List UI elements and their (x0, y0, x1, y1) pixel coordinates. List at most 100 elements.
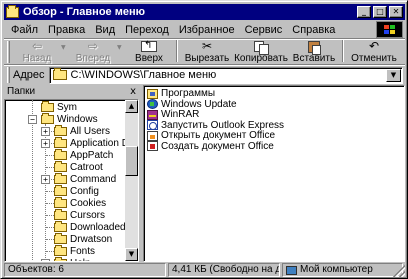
scissors-icon: ✂ (201, 39, 213, 53)
menu-view[interactable]: Вид (90, 24, 120, 36)
folder-icon (54, 244, 67, 256)
tree-line (46, 227, 54, 228)
tree-item[interactable]: Windows (41, 112, 98, 125)
undo-button[interactable]: ↶ Отменить (347, 40, 401, 64)
address-label: Адрес (13, 69, 45, 81)
folder-icon (54, 148, 67, 160)
close-pane-icon[interactable]: x (130, 86, 136, 97)
folder-open-icon[interactable] (6, 4, 19, 18)
forward-arrow-icon: ⇨ (87, 39, 99, 53)
address-input[interactable]: C:\WINDOWS\Главное меню ▼ (48, 66, 403, 84)
tree-line (32, 100, 33, 261)
tree-item-label: AppPatch (70, 149, 114, 161)
outlook-express-icon (147, 120, 158, 130)
list-item-label: WinRAR (161, 109, 200, 120)
list-item[interactable]: Создать документ Office (147, 141, 274, 152)
tree-item[interactable]: Command (54, 172, 116, 185)
scroll-up-button[interactable]: ▲ (125, 100, 138, 113)
paste-button[interactable]: Вставить (289, 40, 339, 64)
tree-item[interactable]: Config (54, 184, 99, 197)
tree-line (46, 239, 54, 240)
copy-button[interactable]: Копировать (233, 40, 289, 64)
folder-tree[interactable]: Sym − Windows + All Users + Application DataAp… (4, 99, 139, 262)
menu-help[interactable]: Справка (287, 24, 340, 36)
expand-icon[interactable]: + (41, 127, 50, 136)
expand-icon[interactable]: + (41, 259, 50, 261)
tree-item[interactable]: Cursors (54, 208, 106, 221)
office-new-icon (147, 141, 158, 151)
folder-icon (54, 232, 67, 244)
back-dropdown-icon[interactable]: ▼ (61, 40, 69, 51)
address-bar: Адрес C:\WINDOWS\Главное меню ▼ (4, 66, 405, 84)
minimize-button[interactable]: _ (357, 6, 371, 18)
tree-item[interactable]: Catroot (54, 160, 103, 173)
forward-dropdown-icon[interactable]: ▼ (117, 40, 125, 51)
status-size: 4,41 КБ (Свободно на дис (168, 263, 280, 277)
address-dropdown-button[interactable]: ▼ (386, 68, 401, 82)
folder-icon (41, 100, 54, 112)
explorer-window: Обзор - Главное меню _ □ ✕ Файл Правка В… (0, 0, 408, 279)
cut-button[interactable]: ✂ Вырезать (181, 40, 233, 64)
tree-item-label: Cursors (70, 209, 106, 221)
windows-logo-icon (376, 21, 403, 38)
menu-go[interactable]: Переход (120, 24, 174, 36)
computer-icon (286, 265, 297, 276)
tree-item-label: Help (70, 258, 91, 262)
expand-icon[interactable]: + (41, 175, 50, 184)
folder-icon (54, 184, 67, 196)
folder-icon (41, 112, 54, 124)
tree-line (46, 203, 54, 204)
tree-item[interactable]: Cookies (54, 196, 107, 209)
menu-favorites[interactable]: Избранное (174, 24, 240, 36)
close-button[interactable]: ✕ (389, 6, 403, 18)
tree-line (46, 215, 54, 216)
tree-item[interactable]: Help (54, 256, 91, 262)
address-grip[interactable] (7, 67, 10, 83)
scroll-down-button[interactable]: ▼ (125, 248, 138, 261)
folder-icon (54, 160, 67, 172)
tree-item[interactable]: All Users (54, 124, 110, 137)
file-list[interactable]: Программы Windows Update WinRAR Запустить O… (143, 85, 405, 262)
list-item[interactable]: Программы (147, 88, 215, 99)
tree-item[interactable]: AppPatch (54, 148, 114, 161)
tree-item[interactable]: Drwatson (54, 232, 112, 245)
up-folder-icon (141, 39, 157, 52)
menu-edit[interactable]: Правка (43, 24, 90, 36)
folder-icon (54, 256, 67, 261)
paste-label: Вставить (292, 53, 336, 64)
menu-tools[interactable]: Сервис (240, 24, 288, 36)
list-item[interactable]: Запустить Outlook Express (147, 120, 284, 131)
menu-file[interactable]: Файл (6, 24, 43, 36)
back-button[interactable]: ⇦ Назад (13, 40, 61, 64)
tree-item[interactable]: Sym (41, 100, 77, 113)
undo-icon: ↶ (368, 39, 380, 53)
up-button[interactable]: Вверх (125, 39, 173, 64)
tree-item[interactable]: Fonts (54, 244, 95, 257)
maximize-button[interactable]: □ (373, 6, 387, 18)
tree-item[interactable]: Application Data (54, 136, 126, 149)
list-item[interactable]: Открыть документ Office (147, 130, 275, 141)
scroll-thumb[interactable] (125, 146, 138, 176)
toolbar-grip[interactable] (7, 41, 10, 63)
list-item[interactable]: Windows Update (147, 99, 237, 110)
tree-item[interactable]: Downloaded Prog (54, 220, 126, 233)
forward-button[interactable]: ⇨ Вперед (69, 40, 117, 64)
tree-item-label: Cookies (70, 197, 107, 209)
title-bar[interactable]: Обзор - Главное меню _ □ ✕ (4, 4, 405, 20)
up-label: Вверх (135, 53, 163, 64)
list-item[interactable]: WinRAR (147, 109, 199, 120)
tree-item-label: Config (70, 185, 99, 197)
status-object-count: Объектов: 6 (4, 263, 166, 277)
folder-tree-scrollbar[interactable]: ▲ ▼ (125, 100, 138, 261)
expand-icon[interactable]: + (41, 139, 50, 148)
copy-icon (254, 40, 269, 55)
toolbar: ⇦ Назад ▼ ⇨ Вперед ▼ Вверх ✂ Вырезать Ко… (4, 39, 405, 64)
content-area: Папки x Sym − Windows + All Users + Applicatio… (4, 85, 405, 262)
forward-label: Вперед (75, 53, 111, 64)
list-item-label: Windows Update (161, 98, 237, 110)
folder-icon (54, 208, 67, 220)
folder-icon (54, 136, 67, 148)
cut-label: Вырезать (184, 53, 230, 64)
resize-grip[interactable] (393, 265, 405, 277)
collapse-icon[interactable]: − (28, 115, 37, 124)
